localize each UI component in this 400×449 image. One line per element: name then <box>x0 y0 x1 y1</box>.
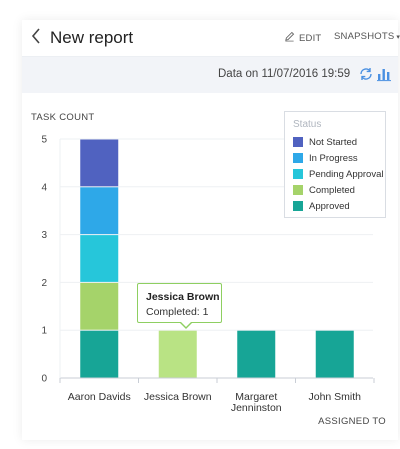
legend-swatch <box>293 153 303 163</box>
tooltip-arrow <box>180 322 192 329</box>
snapshots-label: SNAPSHOTS <box>334 31 395 42</box>
legend-item-in-progress[interactable]: In Progress <box>293 152 358 164</box>
legend-label: Pending Approval <box>309 168 384 180</box>
legend-item-approved[interactable]: Approved <box>293 200 350 212</box>
data-toolbar: Data on 11/07/2016 19:59 <box>22 57 398 93</box>
tooltip-value: Completed: 1 <box>146 306 209 318</box>
report-panel: New report EDIT SNAPSHOTS ▾ Data on 11/07… <box>22 20 400 440</box>
caret-down-icon: ▾ <box>396 34 400 41</box>
report-header: New report EDIT SNAPSHOTS ▾ <box>22 20 400 57</box>
refresh-icon[interactable] <box>358 66 374 82</box>
data-timestamp: Data on 11/07/2016 19:59 <box>218 68 351 80</box>
legend-swatch <box>293 169 303 179</box>
pencil-icon <box>284 31 295 45</box>
legend-item-not-started[interactable]: Not Started <box>293 136 357 148</box>
legend-item-completed[interactable]: Completed <box>293 184 355 196</box>
page-title: New report <box>50 28 134 47</box>
legend-item-pending-approval[interactable]: Pending Approval <box>293 168 383 180</box>
legend-label: Not Started <box>309 136 358 148</box>
legend-swatch <box>293 201 303 211</box>
legend-label: In Progress <box>309 152 358 164</box>
legend-label: Approved <box>309 200 350 212</box>
tooltip-name: Jessica Brown <box>146 291 220 303</box>
edit-button[interactable]: EDIT <box>284 31 321 45</box>
chart-tooltip: Jessica Brown Completed: 1 <box>137 283 222 329</box>
bar-chart-icon[interactable] <box>377 66 391 82</box>
legend-swatch <box>293 137 303 147</box>
legend-swatch <box>293 185 303 195</box>
edit-label: EDIT <box>299 32 322 44</box>
chart-legend: Status Not Started In Progress Pending A… <box>284 111 386 218</box>
snapshots-dropdown[interactable]: SNAPSHOTS ▾ <box>334 31 400 42</box>
chevron-left-icon[interactable] <box>28 27 44 49</box>
legend-title: Status <box>293 119 322 130</box>
legend-label: Completed <box>309 184 355 196</box>
